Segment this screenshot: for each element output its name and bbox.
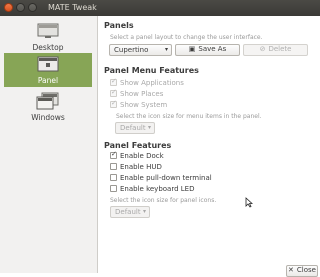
chevron-down-icon: ▾ (142, 208, 146, 215)
sidebar: Desktop Panel Windows (0, 16, 98, 273)
save-icon: ▣ (188, 45, 196, 53)
checkbox-box: ✓ (110, 88, 117, 97)
menu-icon-size-value: Default (120, 124, 146, 132)
sidebar-item-panel[interactable]: Panel (4, 53, 92, 87)
checkbox-box (110, 185, 117, 192)
desktop-icon (37, 23, 59, 38)
checkbox-box (110, 163, 117, 170)
sidebar-item-label: Windows (31, 113, 65, 122)
panels-hint: Select a panel layout to change the user… (110, 34, 263, 41)
checkbox-box (110, 174, 117, 181)
window-close-button[interactable] (4, 3, 13, 12)
sidebar-item-label: Panel (37, 76, 59, 85)
check-icon: ✓ (111, 77, 117, 85)
panel-icon (37, 56, 59, 72)
show-places-checkbox[interactable]: ✓ Show Places (110, 88, 164, 99)
enable-hud-checkbox[interactable]: Enable HUD (110, 163, 162, 172)
delete-button[interactable]: ⊘ Delete (243, 44, 308, 56)
checkbox-label: Show Applications (120, 79, 184, 87)
close-button[interactable]: ✕ Close (286, 265, 318, 277)
menu-features-section-title: Panel Menu Features (104, 66, 199, 75)
sidebar-item-desktop[interactable]: Desktop (4, 20, 92, 54)
panel-icon-size-hint: Select the icon size for panel icons. (110, 197, 217, 204)
menu-icon-size-select[interactable]: Default ▾ (115, 122, 155, 134)
window-minimize-button[interactable] (16, 3, 25, 12)
check-icon: ✓ (111, 88, 117, 96)
chevron-down-icon: ▾ (164, 46, 168, 53)
windows-icon (36, 92, 59, 110)
checkbox-box: ✓ (110, 150, 117, 159)
panel-features-section-title: Panel Features (104, 141, 172, 150)
panel-layout-select[interactable]: Cupertino ▾ (109, 44, 172, 56)
checkbox-box: ✓ (110, 77, 117, 86)
panels-section-title: Panels (104, 21, 134, 30)
checkbox-label: Show Places (120, 90, 164, 98)
checkbox-box: ✓ (110, 99, 117, 108)
sidebar-item-label: Desktop (32, 43, 64, 52)
delete-icon: ⊘ (259, 45, 266, 53)
sidebar-item-windows[interactable]: Windows (4, 90, 92, 124)
panel-icon-size-select[interactable]: Default ▾ (110, 206, 150, 218)
window-title: MATE Tweak (48, 3, 97, 12)
panel-layout-value: Cupertino (114, 46, 149, 54)
enable-pull-down-terminal-checkbox[interactable]: Enable pull-down terminal (110, 174, 212, 183)
show-system-checkbox[interactable]: ✓ Show System (110, 99, 168, 110)
mouse-cursor-icon (245, 197, 253, 208)
panel-icon-size-value: Default (115, 208, 141, 216)
enable-keyboard-led-checkbox[interactable]: Enable keyboard LED (110, 185, 194, 194)
delete-label: Delete (268, 45, 292, 53)
checkbox-label: Enable Dock (120, 152, 164, 160)
enable-dock-checkbox[interactable]: ✓ Enable Dock (110, 150, 164, 161)
checkbox-label: Enable pull-down terminal (120, 174, 212, 182)
save-as-label: Save As (198, 45, 227, 53)
chevron-down-icon: ▾ (147, 124, 151, 131)
menu-icon-size-hint: Select the icon size for menu items in t… (116, 113, 262, 120)
title-bar: MATE Tweak (0, 0, 320, 16)
checkbox-label: Enable HUD (120, 163, 162, 171)
checkbox-label: Enable keyboard LED (120, 185, 195, 193)
checkbox-label: Show System (120, 101, 168, 109)
save-as-button[interactable]: ▣ Save As (175, 44, 240, 56)
show-applications-checkbox[interactable]: ✓ Show Applications (110, 77, 184, 88)
check-icon: ✓ (111, 150, 117, 158)
check-icon: ✓ (111, 99, 117, 107)
window-maximize-button[interactable] (28, 3, 37, 12)
